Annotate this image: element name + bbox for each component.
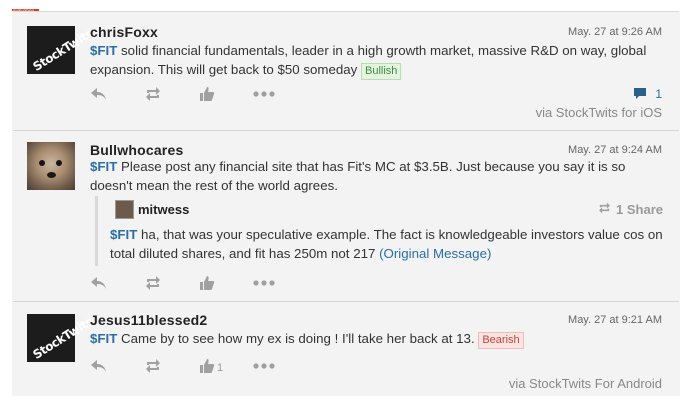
quoted-message: mitwess 1 Share $FIT ha, that was your s…: [95, 196, 673, 266]
username[interactable]: Bullwhocares: [90, 142, 183, 158]
avatar[interactable]: [27, 142, 75, 190]
stocktwits-logo-text: StockTwits: [30, 314, 96, 362]
stocktwits-logo-text: StockTwits: [30, 26, 96, 74]
message-item: Bullwhocares May. 27 at 9:24 AM $FIT Ple…: [12, 131, 680, 301]
reply-icon[interactable]: [90, 274, 108, 292]
comment-count[interactable]: 1: [633, 87, 662, 101]
avatar-eye: [56, 160, 62, 166]
reshare-icon[interactable]: [144, 357, 162, 375]
ticker-link[interactable]: $FIT: [90, 331, 117, 346]
more-icon[interactable]: [252, 85, 276, 103]
via-source[interactable]: via StockTwits For Android: [509, 376, 662, 391]
sentiment-badge-bullish: Bullish: [361, 63, 402, 80]
share-label: 1 Share: [616, 202, 663, 217]
timestamp[interactable]: May. 27 at 9:21 AM: [568, 314, 662, 326]
comment-icon: [634, 88, 647, 99]
like-button[interactable]: 1: [198, 357, 223, 378]
reshare-icon[interactable]: [144, 274, 162, 292]
timestamp[interactable]: May. 27 at 9:24 AM: [568, 144, 662, 156]
ticker-link[interactable]: $FIT: [90, 159, 117, 174]
action-bar: 1: [90, 357, 290, 377]
message-item: StockTwits chrisFoxx May. 27 at 9:26 AM …: [12, 12, 680, 130]
like-icon[interactable]: [198, 85, 216, 103]
username[interactable]: chrisFoxx: [90, 24, 158, 40]
ticker-link[interactable]: $FIT: [110, 227, 137, 242]
share-count[interactable]: 1 Share: [597, 201, 663, 217]
reshare-icon[interactable]: [144, 85, 162, 103]
like-icon: [200, 359, 215, 373]
timestamp[interactable]: May. 27 at 9:26 AM: [568, 26, 662, 38]
username[interactable]: Jesus11blessed2: [90, 312, 207, 328]
action-bar: [90, 274, 290, 294]
comment-count-value: 1: [655, 87, 662, 101]
more-icon[interactable]: [252, 357, 276, 375]
reply-icon[interactable]: [90, 85, 108, 103]
more-icon[interactable]: [252, 274, 276, 292]
quoted-body: $FIT ha, that was your speculative examp…: [110, 225, 665, 263]
message-body: $FIT Please post any financial site that…: [90, 157, 665, 195]
message-text: Came by to see how my ex is doing ! I'll…: [117, 331, 479, 346]
share-icon: [599, 202, 610, 214]
avatar[interactable]: StockTwits: [27, 314, 95, 362]
message-item: StockTwits Jesus11blessed2 May. 27 at 9:…: [12, 302, 680, 396]
quoted-username[interactable]: mitwess: [138, 202, 189, 217]
message-body: $FIT Came by to see how my ex is doing !…: [90, 329, 665, 349]
like-icon[interactable]: [198, 274, 216, 292]
quoted-avatar[interactable]: [115, 200, 134, 219]
avatar-eye: [39, 160, 45, 166]
message-text: Please post any financial site that has …: [90, 159, 626, 193]
avatar-nose: [47, 172, 56, 178]
original-message-link[interactable]: (Original Message): [379, 246, 491, 261]
via-source[interactable]: via StockTwits for iOS: [536, 105, 662, 120]
avatar[interactable]: StockTwits: [27, 26, 95, 74]
action-bar: [90, 85, 290, 105]
like-count: 1: [217, 362, 224, 374]
reply-icon[interactable]: [90, 357, 108, 375]
ticker-link[interactable]: $FIT: [90, 43, 117, 58]
message-body: $FIT solid financial fundamentals, leade…: [90, 41, 665, 80]
sentiment-badge-bearish: Bearish: [478, 332, 524, 349]
